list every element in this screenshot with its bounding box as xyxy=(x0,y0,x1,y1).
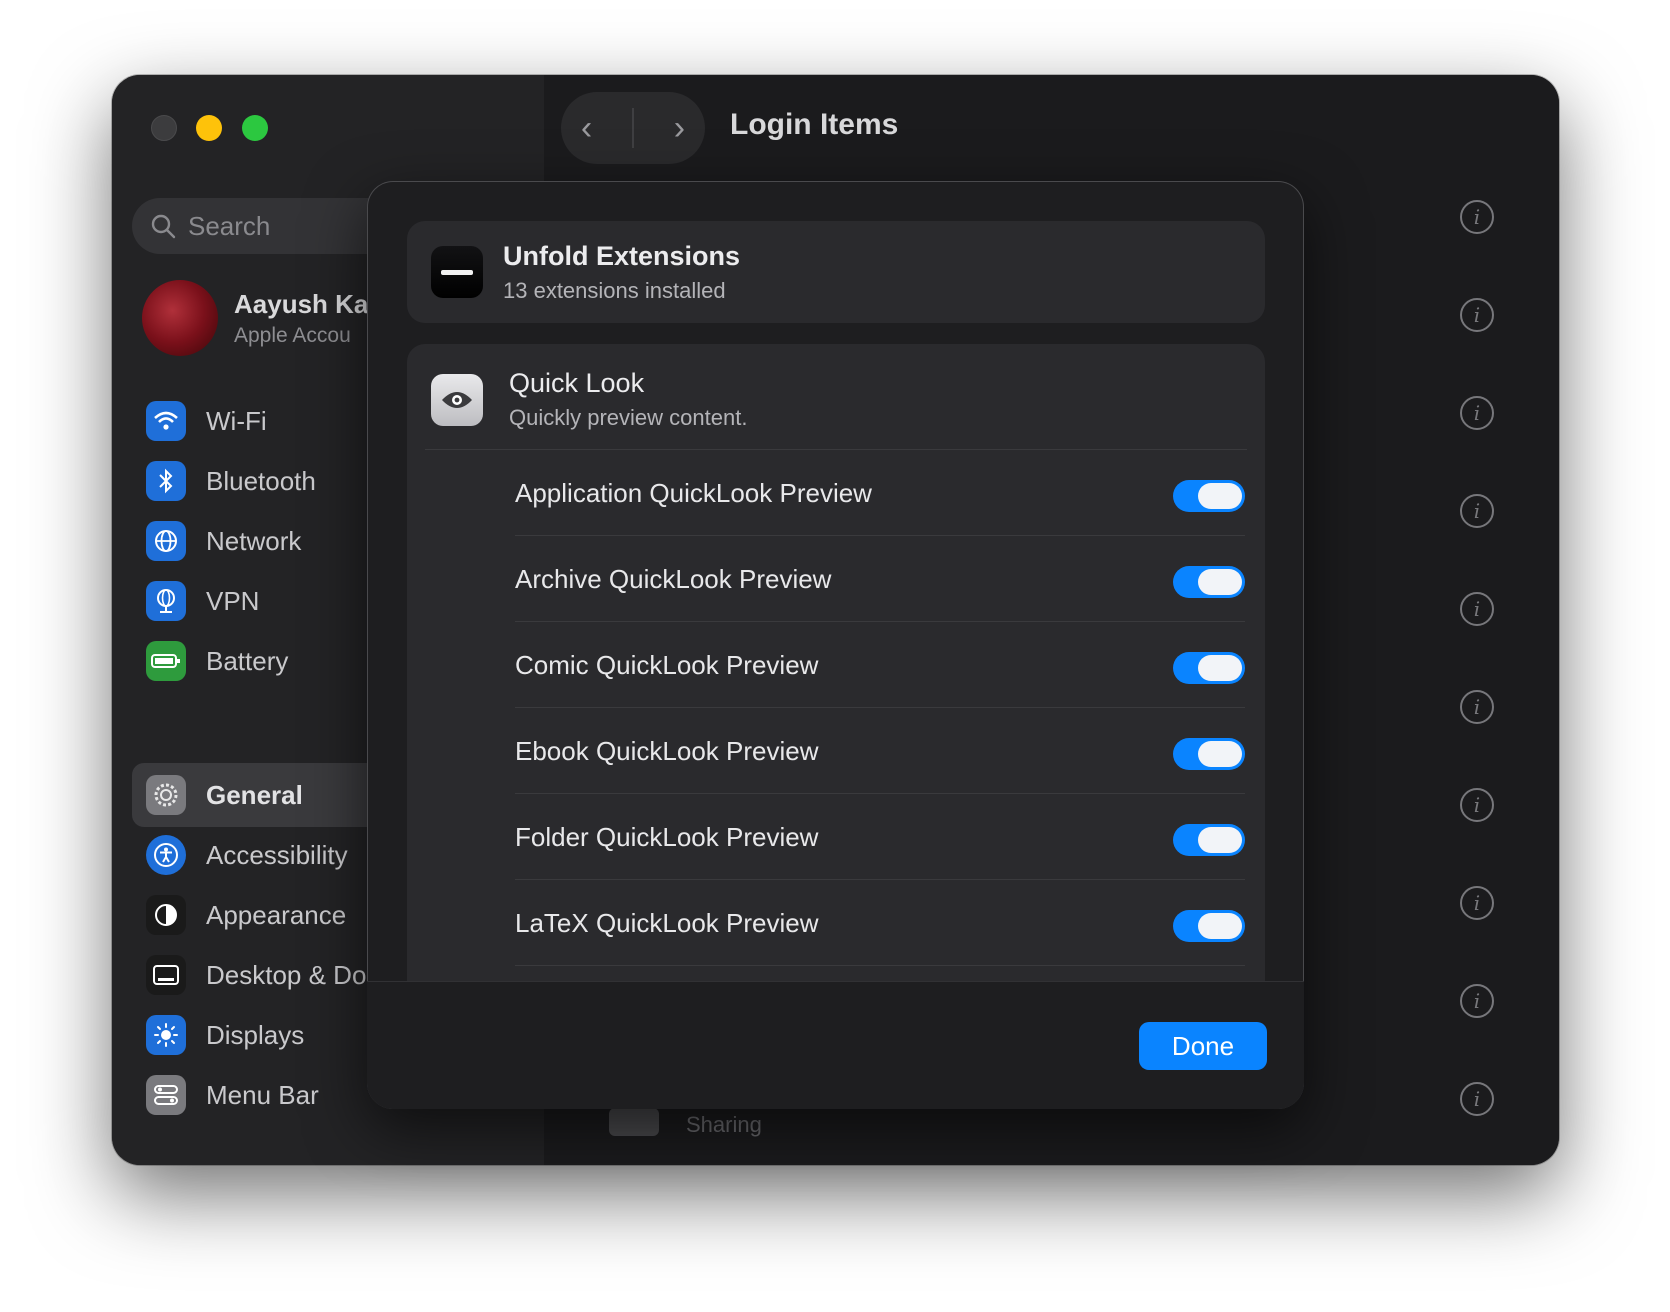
apple-account[interactable]: Aayush Ka Apple Accou xyxy=(142,280,368,356)
sidebar-item-network[interactable]: Network xyxy=(146,516,301,566)
toggle-knob xyxy=(1198,655,1242,681)
avatar xyxy=(142,280,218,356)
wifi-icon xyxy=(146,401,186,441)
sharing-icon xyxy=(609,1108,659,1136)
sidebar-item-general[interactable]: General xyxy=(146,770,303,820)
row-label: Archive QuickLook Preview xyxy=(515,564,832,594)
info-icon[interactable]: i xyxy=(1460,1082,1494,1116)
info-icon[interactable]: i xyxy=(1460,396,1494,430)
info-icon[interactable]: i xyxy=(1460,298,1494,332)
list-item: LaTeX QuickLook Preview xyxy=(515,880,1245,966)
toggle-knob xyxy=(1198,827,1242,853)
extension-count: 13 extensions installed xyxy=(503,277,726,303)
list-item: Comic QuickLook Preview xyxy=(515,622,1245,708)
unfold-app-icon xyxy=(431,246,483,298)
sidebar-item-label: VPN xyxy=(206,585,260,616)
list-item: Archive QuickLook Preview xyxy=(515,536,1245,622)
divider xyxy=(515,965,1245,966)
sidebar-item-label: General xyxy=(206,779,303,810)
sidebar-item-displays[interactable]: Displays xyxy=(146,1010,304,1060)
toggle-switch[interactable] xyxy=(1173,652,1245,684)
bluetooth-icon xyxy=(146,461,186,501)
close-window-button[interactable] xyxy=(151,115,177,141)
account-name: Aayush Ka xyxy=(234,288,369,319)
search-placeholder: Search xyxy=(188,210,271,241)
account-subtitle: Apple Accou xyxy=(234,323,351,347)
accessibility-icon xyxy=(146,835,186,875)
info-icon[interactable]: i xyxy=(1460,984,1494,1018)
info-icon[interactable]: i xyxy=(1460,592,1494,626)
info-icon[interactable]: i xyxy=(1460,788,1494,822)
sun-icon xyxy=(146,1015,186,1055)
back-icon[interactable]: ‹ xyxy=(581,109,592,148)
toggle-switch[interactable] xyxy=(1173,480,1245,512)
done-button[interactable]: Done xyxy=(1139,1022,1267,1070)
row-label: Application QuickLook Preview xyxy=(515,478,872,508)
info-icon[interactable]: i xyxy=(1460,690,1494,724)
minimize-window-button[interactable] xyxy=(196,115,222,141)
list-item: Ebook QuickLook Preview xyxy=(515,708,1245,794)
row-label: Ebook QuickLook Preview xyxy=(515,736,819,766)
toggle-switch[interactable] xyxy=(1173,824,1245,856)
toggle-knob xyxy=(1198,569,1242,595)
menubar-icon xyxy=(146,1075,186,1115)
toggle-knob xyxy=(1198,483,1242,509)
list-item: Folder QuickLook Preview xyxy=(515,794,1245,880)
sidebar-item-label: Appearance xyxy=(206,899,347,930)
section-title: Quick Look xyxy=(509,368,645,398)
toggle-switch[interactable] xyxy=(1173,910,1245,942)
row-label: Comic QuickLook Preview xyxy=(515,650,819,680)
info-icon[interactable]: i xyxy=(1460,886,1494,920)
zoom-window-button[interactable] xyxy=(242,115,268,141)
navigation-control: ‹ › xyxy=(561,92,705,164)
info-icon[interactable]: i xyxy=(1460,494,1494,528)
sidebar-item-label: Battery xyxy=(206,645,289,676)
page-title: Login Items xyxy=(730,108,899,141)
desktop-dock-icon xyxy=(146,955,186,995)
sharing-label: Sharing xyxy=(686,1112,762,1137)
sidebar-item-bluetooth[interactable]: Bluetooth xyxy=(146,456,316,506)
sidebar-item-label: Bluetooth xyxy=(206,465,316,496)
extension-title: Unfold Extensions xyxy=(503,240,741,271)
sidebar-item-menu-bar[interactable]: Menu Bar xyxy=(146,1070,319,1120)
sidebar-item-accessibility[interactable]: Accessibility xyxy=(146,830,348,880)
quick-look-header: Quick Look Quickly preview content. xyxy=(431,368,747,431)
sidebar-item-label: Menu Bar xyxy=(206,1079,319,1110)
globe-icon xyxy=(146,521,186,561)
extension-header: Unfold Extensions 13 extensions installe… xyxy=(407,221,1265,323)
search-icon xyxy=(151,214,176,239)
sidebar-item-battery[interactable]: Battery xyxy=(146,636,288,686)
toggle-switch[interactable] xyxy=(1173,566,1245,598)
sidebar-item-desktop-dock[interactable]: Desktop & Do xyxy=(146,950,366,1000)
toggle-knob xyxy=(1198,913,1242,939)
sidebar-item-label: Accessibility xyxy=(206,839,348,870)
vpn-globe-icon xyxy=(146,581,186,621)
sidebar-item-label: Network xyxy=(206,525,302,556)
appearance-icon xyxy=(146,895,186,935)
sheet-footer: Done xyxy=(367,981,1304,1109)
row-label: LaTeX QuickLook Preview xyxy=(515,908,819,938)
forward-icon[interactable]: › xyxy=(674,109,685,148)
sidebar-item-label: Desktop & Do xyxy=(206,959,367,990)
list-item: Application QuickLook Preview xyxy=(515,450,1245,536)
sidebar-item-label: Displays xyxy=(206,1019,305,1050)
section-subtitle: Quickly preview content. xyxy=(509,405,748,430)
toggle-knob xyxy=(1198,741,1242,767)
info-icon[interactable]: i xyxy=(1460,200,1494,234)
sidebar-item-wifi[interactable]: Wi-Fi xyxy=(146,396,267,446)
eye-icon xyxy=(431,373,483,426)
battery-icon xyxy=(146,641,186,681)
sidebar-item-label: Wi-Fi xyxy=(206,405,267,436)
gear-icon xyxy=(146,775,186,815)
nav-separator xyxy=(632,108,634,148)
sidebar-item-vpn[interactable]: VPN xyxy=(146,576,259,626)
sidebar-item-appearance[interactable]: Appearance xyxy=(146,890,346,940)
row-label: Folder QuickLook Preview xyxy=(515,822,819,852)
extensions-sheet: Unfold Extensions 13 extensions installe… xyxy=(367,181,1304,1109)
toggle-switch[interactable] xyxy=(1173,738,1245,770)
